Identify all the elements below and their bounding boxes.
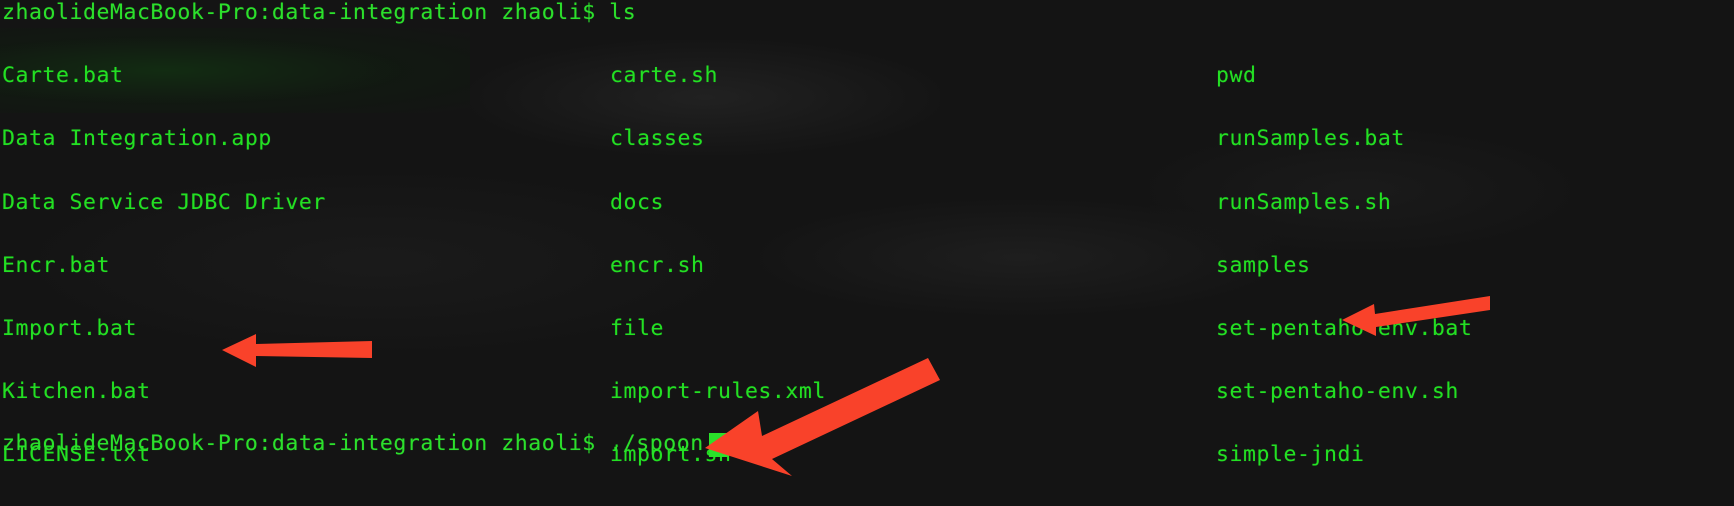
prompt-line-spoon-command[interactable]: zhaolideMacBook-Pro:data-integration zha… (2, 431, 758, 456)
terminal-window[interactable]: zhaolideMacBook-Pro:data-integration zha… (0, 0, 1734, 506)
file-entry[interactable]: classes (610, 126, 839, 151)
prompt-line-ls: zhaolideMacBook-Pro:data-integration zha… (2, 0, 637, 25)
file-entry[interactable]: file (610, 316, 839, 341)
file-entry[interactable]: set-pentaho-env.bat (1216, 316, 1486, 341)
file-entry[interactable]: runSamples.sh (1216, 190, 1486, 215)
file-entry[interactable]: docs (610, 190, 839, 215)
file-entry[interactable]: import-rules.xml (610, 379, 839, 404)
terminal-cursor (709, 433, 729, 457)
file-entry[interactable]: Kitchen.bat (2, 379, 542, 404)
file-entry[interactable]: carte.sh (610, 63, 839, 88)
file-entry[interactable]: Encr.bat (2, 253, 542, 278)
file-entry[interactable]: samples (1216, 253, 1486, 278)
terminal-output[interactable]: zhaolideMacBook-Pro:data-integration zha… (0, 0, 1734, 506)
file-entry[interactable]: Data Integration.app (2, 126, 542, 151)
file-entry[interactable]: set-pentaho-env.sh (1216, 379, 1486, 404)
file-entry[interactable]: Carte.bat (2, 63, 542, 88)
file-entry[interactable]: encr.sh (610, 253, 839, 278)
file-entry[interactable]: simple-jndi (1216, 442, 1486, 467)
file-entry[interactable]: pwd (1216, 63, 1486, 88)
file-entry[interactable]: Data Service JDBC Driver (2, 190, 542, 215)
file-entry[interactable]: runSamples.bat (1216, 126, 1486, 151)
file-entry[interactable]: Import.bat (2, 316, 542, 341)
file-column-3: pwd runSamples.bat runSamples.sh samples… (1216, 25, 1486, 506)
